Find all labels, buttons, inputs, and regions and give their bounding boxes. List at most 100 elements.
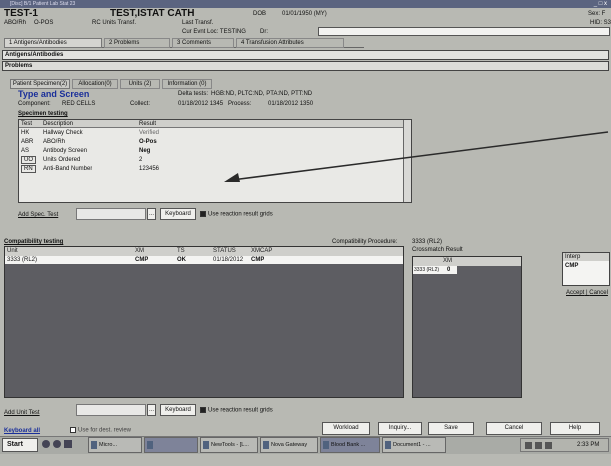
tab-transfusion[interactable]: 4 Transfusion Attributes (236, 38, 344, 48)
task-nova-gateway[interactable]: Nova Gateway (260, 437, 318, 453)
sub-tab-information-label: Information (0) (167, 81, 207, 87)
sub-tab-patient-specimen[interactable]: Patient Specimen(2) (10, 79, 70, 89)
spec-use-result-check[interactable]: Use reaction result grids (200, 211, 273, 218)
task-blood-bank-label: Blood Bank ... (331, 442, 366, 448)
crossmatch-grid-header: XM (413, 257, 521, 266)
add-unit-test-input[interactable] (76, 404, 146, 416)
col-xm: XM (135, 248, 144, 254)
unit-use-result-checkbox[interactable] (200, 407, 206, 413)
section-title: Antigens/Antibodies (5, 52, 64, 58)
tab-antigens[interactable]: 1 Antigens/Antibodies (4, 38, 102, 48)
col-xmcap: XMCAP (251, 248, 273, 254)
sub-tab-units-label: Units (2) (128, 81, 152, 87)
dest-review-check[interactable]: Use for dest. review (70, 427, 131, 434)
specimen-testing-label: Specimen testing (18, 111, 68, 117)
compat-grid: Unit XM TS STATUS XMCAP 3333 (RL2) CMP O… (4, 246, 404, 398)
last-transf-label: Last Transf. (182, 20, 214, 26)
cell-result: 2 (139, 157, 143, 163)
system-tray: 2:33 PM (520, 438, 609, 452)
table-row[interactable]: 3333 (RL2) 0 (413, 266, 457, 274)
cell-description: Hallway Check (43, 130, 83, 136)
unit-keyboard-button[interactable]: Keyboard (160, 404, 196, 416)
cell-ts: OK (177, 257, 186, 263)
cell-result: Verified (139, 130, 160, 136)
window-controls[interactable]: _ □ x (594, 0, 607, 8)
rc-units-label: RC Units Transf. (92, 20, 137, 26)
compat-testing-label: Compatibility testing (4, 239, 64, 245)
cancel-link[interactable]: Cancel (589, 290, 608, 296)
cell-unit: 3333 (RL2) (7, 257, 38, 263)
workload-button[interactable]: Workload (322, 422, 370, 435)
col-test: Test (21, 121, 33, 127)
cell-test: RN (21, 165, 36, 173)
add-spec-test-input[interactable] (76, 208, 146, 220)
compat-procedure-label: Compatibility Procedure: (332, 239, 398, 245)
col-ts: TS (177, 248, 185, 254)
dob-label: DOB (253, 11, 267, 17)
tab-problems[interactable]: 2 Problems (104, 38, 170, 48)
cancel-button[interactable]: Cancel (486, 422, 542, 435)
process-label: Process: (228, 101, 252, 107)
component-value: RED CELLS (62, 101, 96, 107)
sub-tab-information[interactable]: Information (0) (162, 79, 212, 89)
sub-tab-patient-specimen-label: Patient Specimen(2) (12, 81, 68, 87)
unit-label: TEST-1 (4, 8, 38, 19)
sub-tab-units[interactable]: Units (2) (120, 79, 160, 89)
window-title: [Disc] B/1 Patient Lab Stat 23 (10, 1, 76, 7)
unit-use-result-check[interactable]: Use reaction result grids (200, 407, 273, 414)
dob-value: 01/01/1950 (MY) (282, 11, 327, 17)
inquiry-button[interactable]: Inquiry... (378, 422, 422, 435)
col-description: Description (43, 121, 74, 127)
cell-test: AS (21, 148, 30, 154)
add-spec-test-lookup[interactable]: ... (147, 208, 156, 220)
outlook-icon[interactable] (53, 440, 61, 448)
volume-icon[interactable] (545, 442, 552, 449)
tray-icon[interactable] (535, 442, 542, 449)
tray-icon[interactable] (525, 442, 532, 449)
accept-link[interactable]: Accept | Cancel (566, 290, 608, 296)
dr-field[interactable] (318, 27, 610, 36)
ie-icon[interactable] (42, 440, 50, 448)
tab-antigens-label: 1 Antigens/Antibodies (9, 40, 67, 46)
quick-launch[interactable] (42, 440, 82, 450)
delta-tests-value: HGB:ND, PLTC:ND, PTA:ND, PTT:ND (211, 91, 313, 97)
sub-tab-allocation[interactable]: Allocation(0) (72, 79, 118, 89)
task-active[interactable] (144, 437, 198, 453)
task-newtools-icon (203, 441, 209, 449)
tab-comments-label: 3 Comments (177, 40, 212, 46)
hid-label: HID: S3 (590, 20, 611, 26)
desktop-icon[interactable] (64, 440, 72, 448)
help-button[interactable]: Help (550, 422, 600, 435)
clock[interactable]: 2:33 PM (577, 439, 599, 451)
task-nova-icon (263, 441, 269, 449)
table-row[interactable]: 3333 (RL2) CMP OK 01/18/2012 CMP (5, 256, 403, 264)
dest-review-label: Use for dest. review (78, 427, 132, 434)
cell-xm: CMP (135, 257, 149, 263)
compat-grid-header: Unit XM TS STATUS XMCAP (5, 247, 403, 256)
interp-panel: Interp CMP (562, 252, 610, 286)
specimen-type: Type and Screen (18, 89, 90, 99)
task-blood-bank[interactable]: Blood Bank ... (320, 437, 380, 453)
task-blood-bank-icon (323, 441, 329, 449)
task-newtools[interactable]: NewTools - [L... (200, 437, 258, 453)
interp-value[interactable]: CMP (563, 262, 609, 270)
cell-result: Neg (139, 148, 151, 154)
col-status: STATUS (213, 248, 236, 254)
task-document1[interactable]: Document1 - ... (382, 437, 446, 453)
spec-use-result-checkbox[interactable] (200, 211, 206, 217)
collect-value: 01/18/2012 1345 (178, 101, 224, 107)
accept-label: Accept (566, 290, 585, 296)
annotation-arrow-line (231, 131, 609, 181)
start-button[interactable]: Start (2, 438, 38, 452)
spec-keyboard-button[interactable]: Keyboard (160, 208, 196, 220)
dest-review-checkbox[interactable] (70, 427, 76, 433)
keyboard-all-link[interactable]: Keyboard all (4, 428, 40, 434)
save-button[interactable]: Save (428, 422, 474, 435)
task-active-icon (147, 441, 153, 449)
component-label: Component: (18, 101, 51, 107)
col-xm: XM (443, 258, 452, 264)
task-micro[interactable]: Micro... (88, 437, 142, 453)
cell-xm: 0 (447, 267, 451, 273)
add-unit-test-lookup[interactable]: ... (147, 404, 156, 416)
tab-comments[interactable]: 3 Comments (172, 38, 234, 48)
